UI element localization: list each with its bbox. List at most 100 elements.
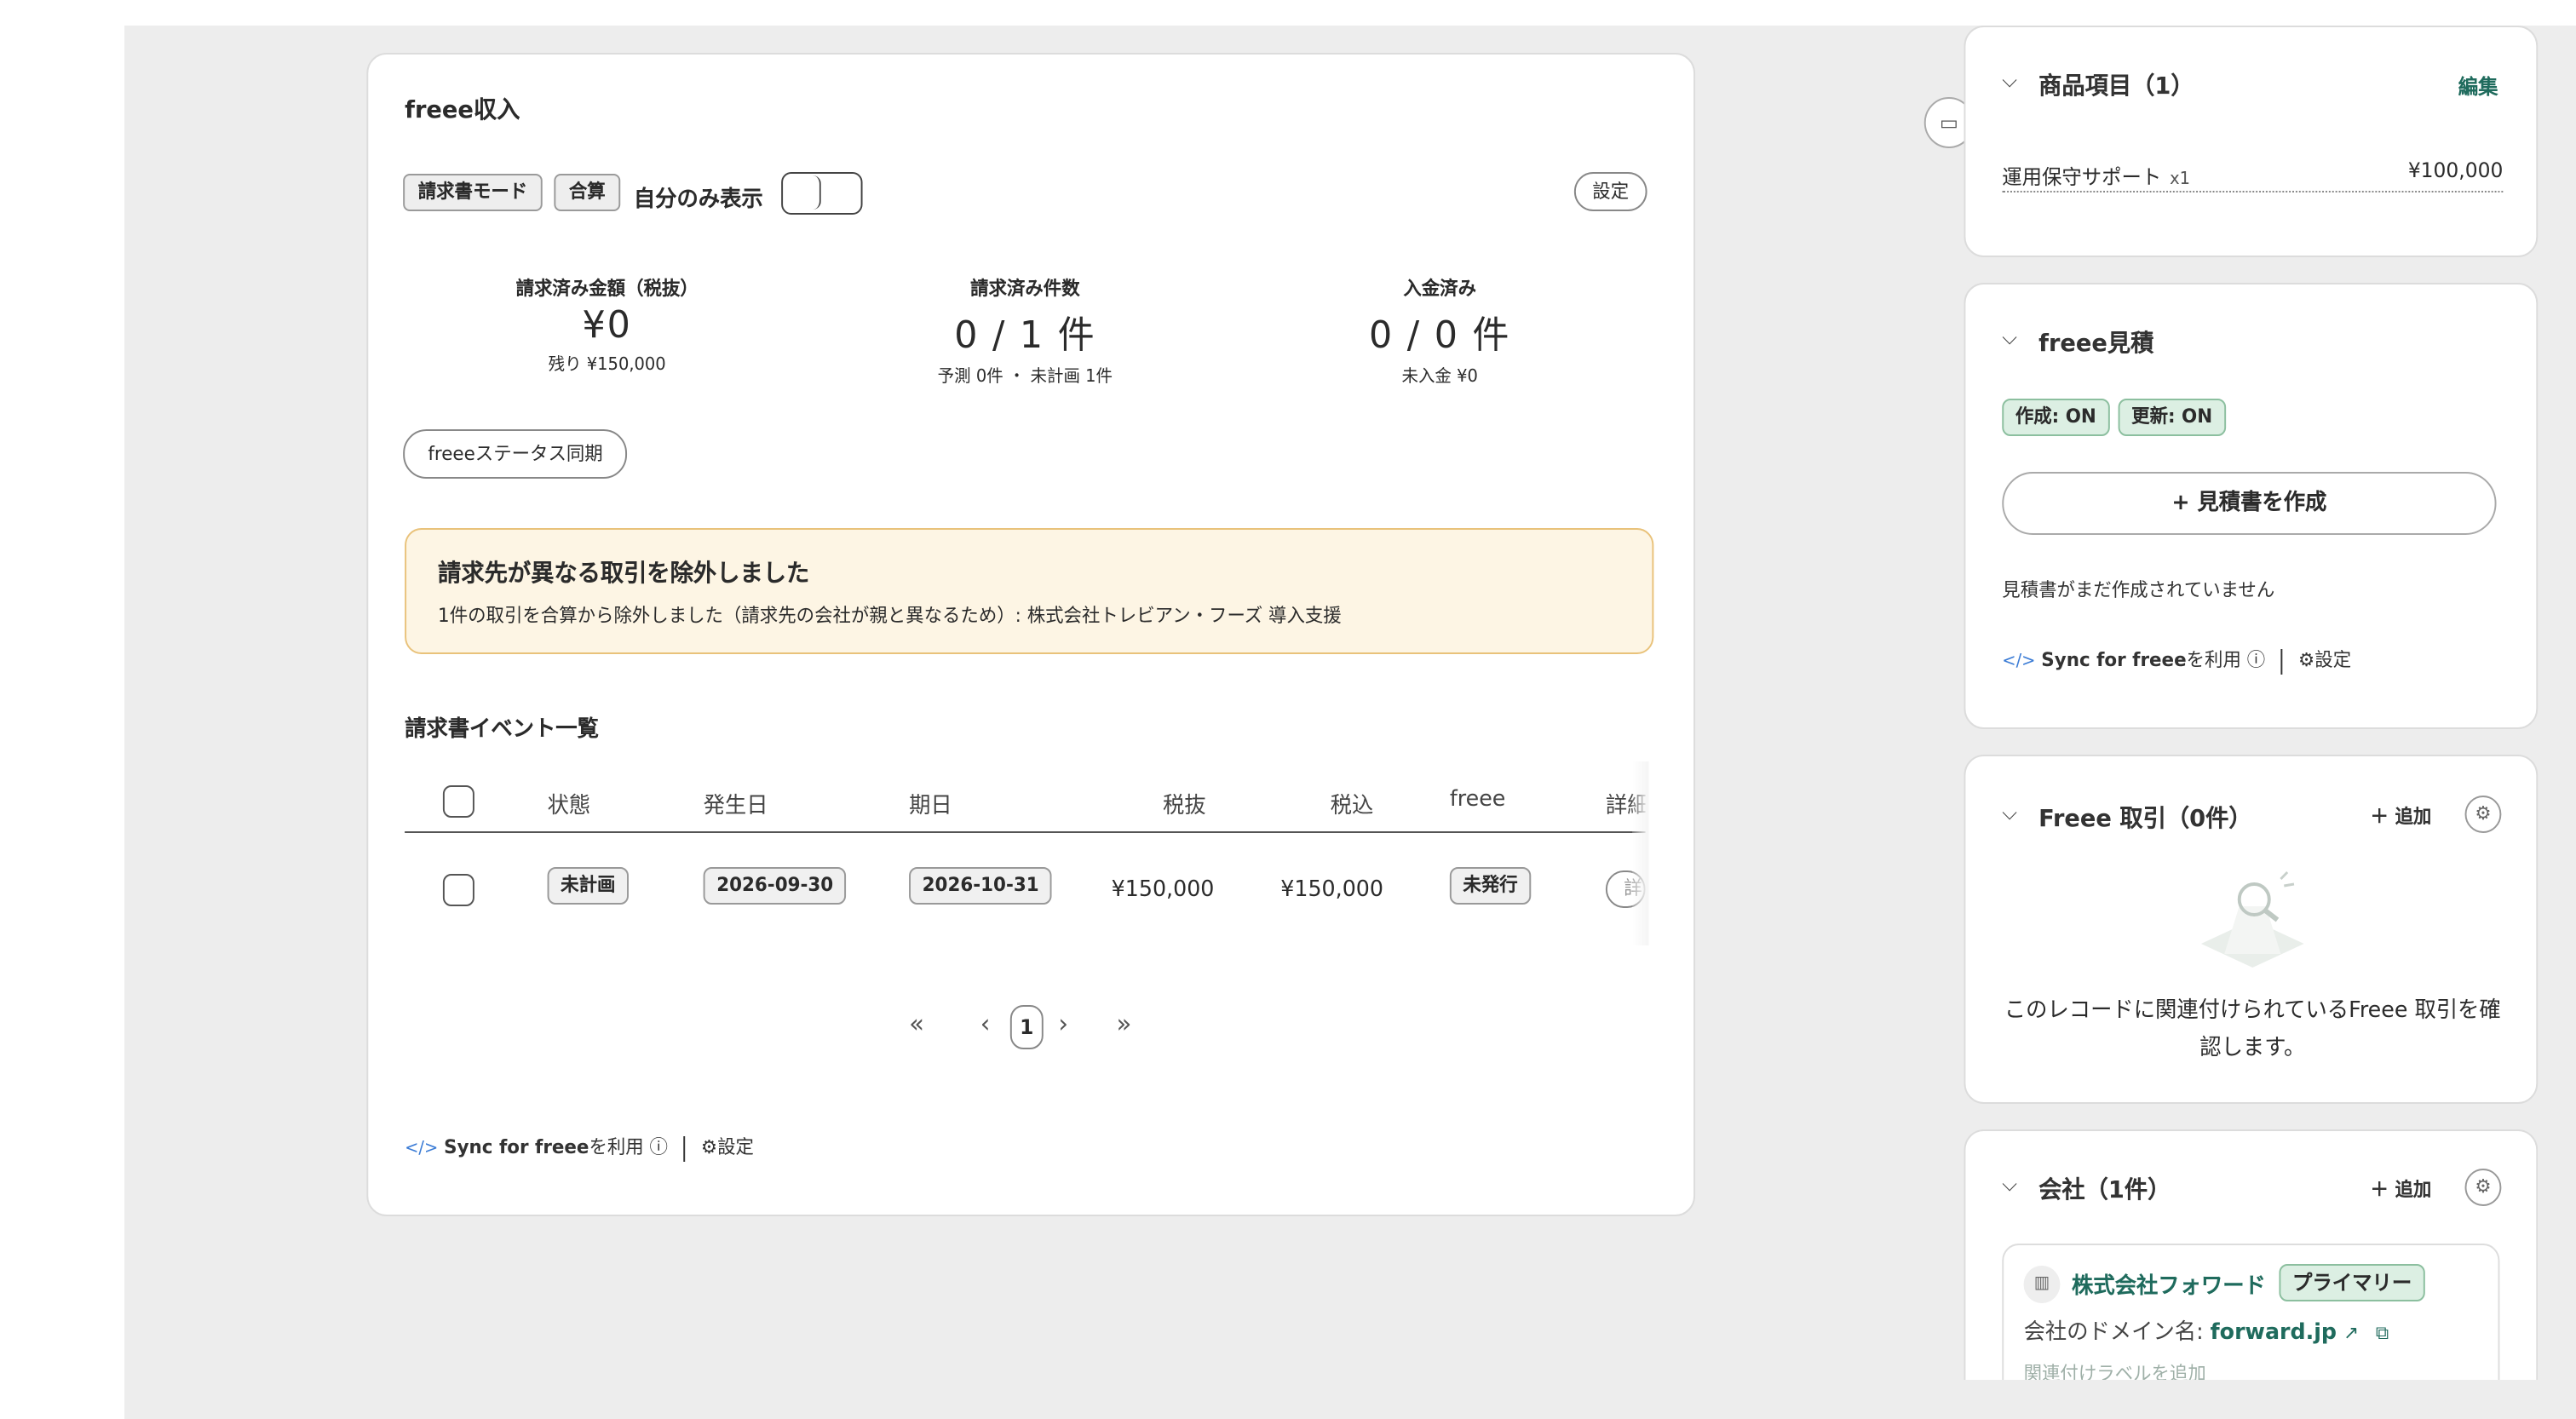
code-icon: </>	[2002, 652, 2036, 671]
products-title: 商品項目（1）	[2038, 73, 2194, 101]
col-freee[interactable]: freee	[1450, 787, 1506, 813]
product-price: ¥100,000	[2407, 158, 2504, 182]
copy-icon[interactable]: ⧉	[2376, 1322, 2389, 1344]
plus-icon: ＋	[2370, 806, 2395, 828]
stat-sub: 予測 0件 ・ 未計画 1件	[937, 368, 1113, 387]
product-line: 運用保守サポート x1 ¥100,000	[2002, 158, 2504, 192]
add-label: 追加	[2395, 1179, 2432, 1201]
col-due-date[interactable]: 期日	[909, 787, 952, 819]
estimate-empty-text: 見積書がまだ作成されていません	[2002, 579, 2275, 601]
col-incl-tax[interactable]: 税込	[1331, 787, 1374, 819]
col-excl-tax[interactable]: 税抜	[1163, 787, 1206, 819]
self-only-label: 自分のみ表示	[633, 187, 763, 213]
create-on-tag: 作成: ON	[2002, 399, 2110, 436]
stat-value: 0 / 0 件	[1369, 315, 1511, 358]
sync-label-bold: Sync for freee	[2041, 649, 2187, 671]
panel-bottom-mask	[1964, 1380, 2576, 1419]
add-company-button[interactable]: ＋ 追加	[2371, 1175, 2432, 1203]
estimate-sync-footer: </> Sync for freeeを利用 ⓘ ⚙設定	[2002, 646, 2351, 674]
divider	[2280, 648, 2283, 674]
chevron-down-icon[interactable]: ⌵	[2002, 1172, 2017, 1198]
info-icon[interactable]: ⓘ	[650, 1136, 668, 1158]
stat-sub: 残り ¥150,000	[548, 356, 666, 375]
stat-billed-amount: 請求済み金額（税抜） ¥0 残り ¥150,000	[408, 274, 806, 375]
chevron-down-icon[interactable]: ⌵	[2002, 68, 2017, 94]
sync-label-bold: Sync for freee	[444, 1136, 589, 1158]
products-panel: ⌵ 商品項目（1） 編集 運用保守サポート x1 ¥100,000	[1964, 26, 2539, 257]
incl-tax-cell: ¥150,000	[1280, 877, 1384, 903]
last-page-button[interactable]: »	[1116, 1008, 1131, 1039]
company-name-link[interactable]: 株式会社フォワード	[2072, 1267, 2266, 1300]
add-deal-button[interactable]: ＋ 追加	[2371, 802, 2432, 830]
gear-icon[interactable]: ⚙	[2298, 649, 2314, 671]
estimate-settings-link[interactable]: 設定	[2314, 649, 2351, 671]
prev-page-button[interactable]: ‹	[980, 1008, 991, 1039]
freee-deals-panel: ⌵ Freee 取引（0件） ＋ 追加 ⚙ このレコードに関連付けられているFr…	[1964, 755, 2539, 1104]
gear-icon[interactable]: ⚙	[2464, 1169, 2502, 1206]
code-icon: </>	[405, 1140, 439, 1158]
stat-label: 請求済み金額（税抜）	[515, 278, 699, 300]
self-only-toggle[interactable]	[781, 172, 863, 215]
external-link-icon[interactable]: ↗	[2343, 1322, 2359, 1344]
toggle-knob	[785, 175, 821, 210]
settings-button[interactable]: 設定	[1573, 172, 1647, 211]
gear-icon[interactable]: ⚙	[701, 1136, 717, 1158]
next-page-button[interactable]: ›	[1058, 1008, 1068, 1039]
due-date-badge: 2026-10-31	[909, 867, 1053, 905]
col-status[interactable]: 状態	[548, 787, 591, 819]
company-title: 会社（1件）	[2038, 1177, 2171, 1204]
row-checkbox[interactable]	[442, 874, 474, 906]
table-header-divider	[405, 831, 1646, 833]
excl-tax-cell: ¥150,000	[1111, 877, 1215, 903]
sync-for-freee-footer: </> Sync for freeeを利用 ⓘ ⚙設定	[405, 1133, 754, 1161]
first-page-button[interactable]: «	[909, 1008, 924, 1039]
domain-label: 会社のドメイン名:	[2023, 1320, 2211, 1346]
stat-paid: 入金済み 0 / 0 件 未入金 ¥0	[1241, 274, 1639, 387]
chevron-down-icon[interactable]: ⌵	[2002, 801, 2017, 826]
edit-link[interactable]: 編集	[2458, 72, 2498, 101]
stat-label: 入金済み	[1403, 278, 1477, 300]
update-on-tag: 更新: ON	[2118, 399, 2226, 436]
freee-income-card: freee収入 請求書モード 合算 自分のみ表示 設定 請求済み金額（税抜） ¥…	[366, 53, 1696, 1216]
current-page[interactable]: 1	[1009, 1005, 1044, 1049]
status-badge: 未計画	[547, 867, 629, 905]
company-card: ▥ 株式会社フォワード プライマリー 会社のドメイン名: forward.jp …	[2002, 1244, 2500, 1397]
product-qty: x1	[2170, 170, 2191, 189]
invoice-mode-chip[interactable]: 請求書モード	[403, 174, 543, 211]
invoice-events-title: 請求書イベント一覧	[405, 717, 599, 743]
info-icon[interactable]: ⓘ	[2247, 649, 2265, 671]
freee-estimate-panel: ⌵ freee見積 作成: ON 更新: ON + 見積書を作成 見積書がまだ作…	[1964, 283, 2539, 729]
sync-settings-link[interactable]: 設定	[717, 1136, 754, 1158]
sync-label-rest: を利用	[589, 1136, 644, 1158]
divider	[683, 1135, 686, 1161]
estimate-title: freee見積	[2038, 330, 2154, 358]
stat-sub: 未入金 ¥0	[1401, 368, 1478, 387]
warning-detail: 1件の取引を合算から除外しました（請求先の会社が親と異なるため）: 株式会社トレ…	[438, 605, 1342, 627]
excluded-deal-warning: 請求先が異なる取引を除外しました 1件の取引を合算から除外しました（請求先の会社…	[405, 528, 1654, 654]
chevron-down-icon[interactable]: ⌵	[2002, 325, 2017, 351]
deals-empty-line2: 認します。	[2199, 1036, 2306, 1061]
warning-title: 請求先が異なる取引を除外しました	[438, 560, 810, 588]
scroll-fade	[1632, 761, 1649, 945]
sum-chip[interactable]: 合算	[554, 174, 621, 211]
add-label: 追加	[2395, 806, 2432, 828]
stat-value: 0 / 1 件	[954, 315, 1096, 358]
col-issue-date[interactable]: 発生日	[704, 787, 768, 819]
deals-empty-line1: このレコードに関連付けられているFreee 取引を確	[2004, 998, 2501, 1024]
company-panel: ⌵ 会社（1件） ＋ 追加 ⚙ ▥ 株式会社フォワード プライマリー 会社のドメ…	[1964, 1129, 2539, 1419]
gear-icon[interactable]: ⚙	[2464, 796, 2502, 833]
freee-status-sync-button[interactable]: freeeステータス同期	[403, 429, 628, 479]
domain-link[interactable]: forward.jp	[2211, 1320, 2337, 1346]
create-estimate-button[interactable]: + 見積書を作成	[2002, 472, 2497, 535]
stat-billed-count: 請求済み件数 0 / 1 件 予測 0件 ・ 未計画 1件	[826, 274, 1224, 387]
building-icon: ▥	[2023, 1266, 2061, 1303]
select-all-checkbox[interactable]	[442, 785, 474, 818]
stat-value: ¥0	[582, 305, 632, 348]
sync-label-rest: を利用	[2186, 649, 2241, 671]
freee-status-badge: 未発行	[1449, 867, 1532, 905]
deals-empty-text: このレコードに関連付けられているFreee 取引を確 認します。	[1992, 993, 2513, 1068]
company-domain: 会社のドメイン名: forward.jp ↗ ⧉	[2024, 1313, 2389, 1346]
stat-label: 請求済み件数	[970, 278, 1080, 300]
deals-title: Freee 取引（0件）	[2038, 806, 2252, 833]
primary-badge: プライマリー	[2279, 1264, 2425, 1301]
